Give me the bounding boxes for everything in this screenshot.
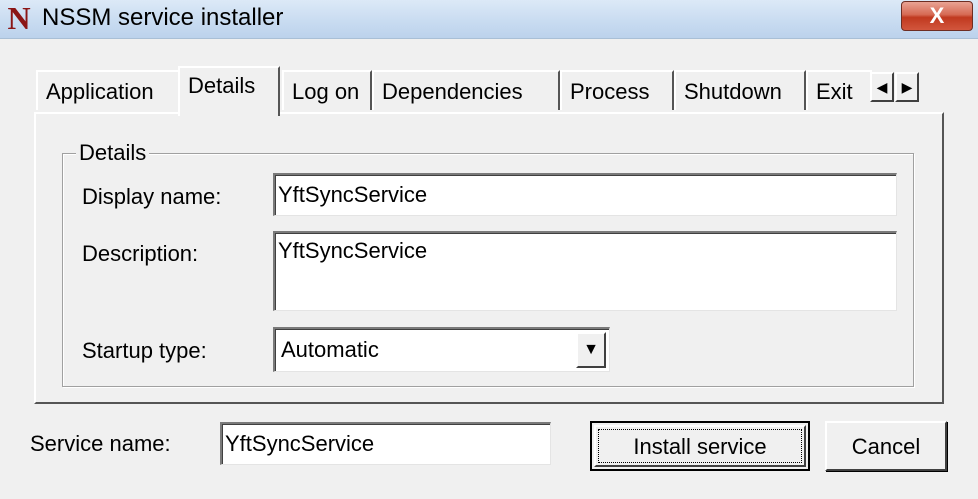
tab-label: Exit: [816, 79, 853, 104]
install-service-button[interactable]: Install service: [590, 421, 810, 471]
tab-scroll-right-button[interactable]: ▶: [895, 72, 919, 102]
startup-type-label: Startup type:: [82, 338, 207, 363]
tab-scroll-left-button[interactable]: ◀: [870, 72, 894, 102]
close-button[interactable]: X: [901, 1, 973, 31]
tab-label: Log on: [292, 79, 360, 104]
description-text: YftSyncService: [278, 238, 428, 263]
tab-label: Details: [188, 73, 256, 98]
nssm-logo-icon: N: [7, 0, 31, 36]
display-name-label: Display name:: [82, 184, 222, 209]
startup-type-value: Automatic: [281, 337, 379, 362]
service-name-label: Service name:: [30, 431, 171, 456]
triangle-down-icon: ▼: [583, 341, 599, 358]
tab-details[interactable]: Details: [178, 66, 280, 116]
description-label: Description:: [82, 241, 199, 266]
tab-label: Dependencies: [382, 79, 523, 104]
triangle-right-icon: ▶: [901, 79, 913, 95]
window-title: NSSM service installer: [42, 4, 284, 31]
tab-label: Shutdown: [684, 79, 782, 104]
nssm-installer-window: N NSSM service installer X Application D…: [0, 0, 978, 499]
service-name-input[interactable]: [220, 422, 551, 465]
startup-type-select[interactable]: Automatic ▼: [273, 327, 610, 372]
tab-shutdown[interactable]: Shutdown: [674, 70, 806, 110]
tab-application[interactable]: Application: [36, 70, 178, 110]
tab-label: Application: [46, 79, 154, 104]
tab-log-on[interactable]: Log on: [282, 70, 372, 110]
tab-exit[interactable]: Exit: [806, 70, 872, 110]
cancel-label: Cancel: [851, 434, 921, 459]
tab-strip: Application Details Log on Dependencies …: [34, 66, 944, 116]
details-group-label: Details: [76, 140, 150, 166]
triangle-left-icon: ◀: [876, 79, 888, 95]
dropdown-button[interactable]: ▼: [576, 332, 606, 368]
tab-process[interactable]: Process: [560, 70, 674, 110]
cancel-button[interactable]: Cancel: [825, 421, 947, 471]
display-name-input[interactable]: [273, 173, 897, 216]
install-service-label: Install service: [633, 434, 767, 459]
tab-label: Process: [570, 79, 650, 104]
description-textarea[interactable]: YftSyncService: [273, 231, 897, 311]
tab-dependencies[interactable]: Dependencies: [372, 70, 560, 110]
title-bar[interactable]: N NSSM service installer X: [0, 0, 978, 39]
close-icon: X: [929, 3, 945, 28]
